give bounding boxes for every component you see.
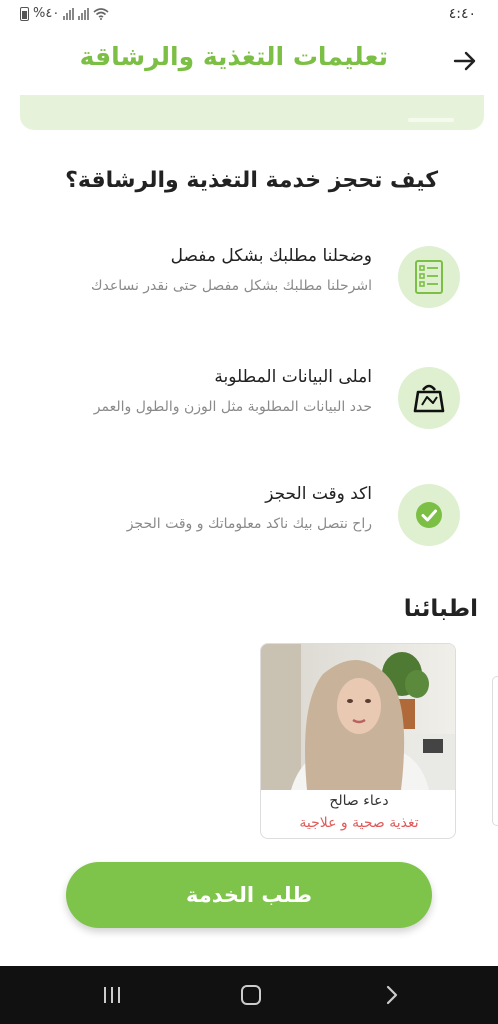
request-service-button[interactable]: طلب الخدمة xyxy=(66,862,432,928)
section-title: كيف تحجز خدمة التغذية والرشاقة؟ xyxy=(65,168,438,193)
app-header: تعليمات التغذية والرشاقة xyxy=(0,36,498,86)
battery-icon xyxy=(20,6,29,21)
card-indicator xyxy=(408,118,454,122)
check-circle-icon xyxy=(398,484,460,546)
back-nav-icon[interactable] xyxy=(378,982,404,1008)
home-icon[interactable] xyxy=(238,982,264,1008)
signal-icon-2 xyxy=(78,7,90,20)
info-card xyxy=(20,95,484,130)
arrow-icon[interactable] xyxy=(452,48,478,74)
scale-icon xyxy=(398,367,460,429)
step-description: حدد البيانات المطلوبة مثل الوزن والطول و… xyxy=(93,399,372,415)
step-title: اكد وقت الحجز xyxy=(265,484,372,504)
clock: ٤:٤٠ xyxy=(448,6,476,22)
step-description: راح نتصل بيك ناكد معلوماتك و وقت الحجز xyxy=(126,516,372,532)
recent-apps-icon[interactable] xyxy=(99,982,125,1008)
step-item: وضحلنا مطلبك بشكل مفصل اشرحلنا مطلبك بشك… xyxy=(30,246,460,346)
page-title: تعليمات التغذية والرشاقة xyxy=(79,42,388,71)
step-title: املى البيانات المطلوبة xyxy=(214,367,372,387)
doctor-card[interactable]: دعاء صالح تغذية صحية و علاجية xyxy=(260,643,456,839)
system-nav-bar xyxy=(0,966,498,1024)
doctor-name: دعاء صالح xyxy=(329,793,389,809)
status-icons: %٤٠ xyxy=(20,6,109,21)
doctor-specialty: تغذية صحية و علاجية xyxy=(299,815,419,831)
wifi-icon xyxy=(93,7,109,20)
doctors-title: اطبائنا xyxy=(403,596,478,622)
status-bar: %٤٠ ٤:٤٠ xyxy=(0,0,498,30)
step-item: املى البيانات المطلوبة حدد البيانات المط… xyxy=(30,367,460,467)
doctor-photo xyxy=(261,644,455,790)
signal-icon xyxy=(63,7,75,20)
step-title: وضحلنا مطلبك بشكل مفصل xyxy=(170,246,372,266)
step-item: اكد وقت الحجز راح نتصل بيك ناكد معلوماتك… xyxy=(30,484,460,584)
checklist-icon xyxy=(398,246,460,308)
next-doctor-card[interactable] xyxy=(492,676,498,826)
battery-level: %٤٠ xyxy=(33,6,60,21)
step-description: اشرحلنا مطلبك بشكل مفصل حتى نقدر نساعدك xyxy=(90,278,372,294)
